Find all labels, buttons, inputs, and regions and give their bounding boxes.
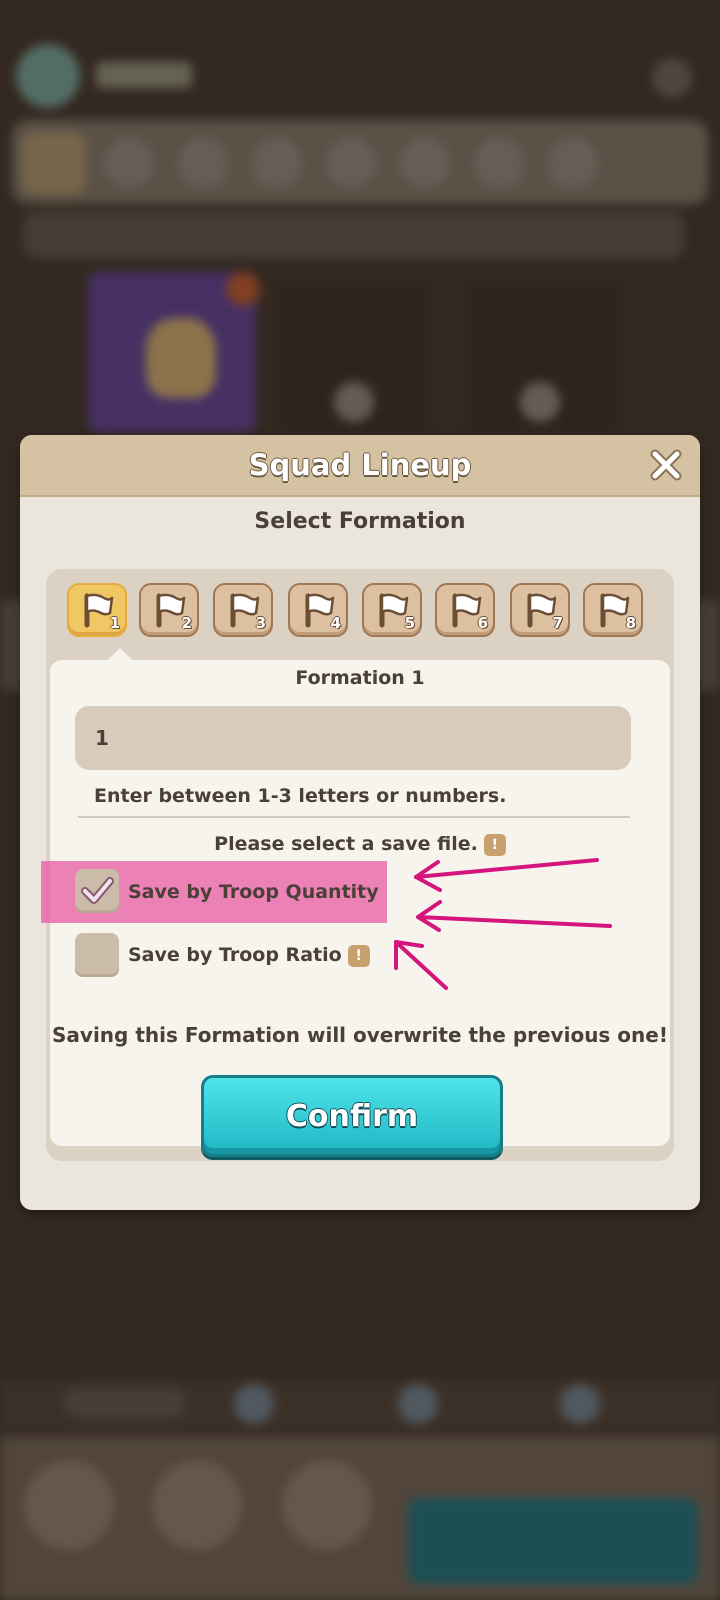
troop-quantity-checkbox[interactable]	[75, 869, 119, 913]
formation-tab-5[interactable]: 5	[362, 583, 422, 637]
formation-tab-number: 3	[255, 614, 266, 632]
formation-tab-number: 5	[404, 614, 415, 632]
overwrite-warning: Saving this Formation will overwrite the…	[52, 1023, 668, 1047]
formation-tab-2[interactable]: 2	[139, 583, 199, 637]
troop-quantity-label[interactable]: Save by Troop Quantity	[128, 881, 379, 903]
select-formation-heading: Select Formation	[254, 509, 466, 534]
name-input-hint: Enter between 1-3 letters or numbers.	[94, 785, 507, 807]
formation-tab-1[interactable]: 1	[67, 583, 127, 637]
save-file-label: Please select a save file.	[214, 833, 478, 855]
dialog-title: Squad Lineup	[248, 448, 472, 482]
formation-tab-7[interactable]: 7	[510, 583, 570, 637]
close-icon	[650, 449, 682, 481]
info-icon[interactable]: !	[347, 944, 370, 967]
troop-ratio-label: Save by Troop Ratio	[128, 944, 342, 966]
formation-tab-number: 2	[181, 614, 192, 632]
checkmark-icon	[81, 877, 114, 904]
confirm-button[interactable]: Confirm	[201, 1075, 503, 1157]
formation-tab-number: 4	[330, 614, 341, 632]
tab-pointer	[108, 648, 132, 660]
formation-tab-3[interactable]: 3	[213, 583, 273, 637]
formation-tab-8[interactable]: 8	[583, 583, 643, 637]
divider	[78, 816, 630, 818]
troop-ratio-option[interactable]: Save by Troop Ratio!	[128, 944, 370, 967]
formation-tab-4[interactable]: 4	[288, 583, 348, 637]
formation-tab-6[interactable]: 6	[435, 583, 495, 637]
formation-tab-number: 8	[625, 614, 636, 632]
formation-tab-number: 7	[552, 614, 563, 632]
squad-lineup-dialog: Squad Lineup Select Formation 1 2 3 4 5 …	[20, 435, 700, 1210]
formation-tab-number: 6	[477, 614, 488, 632]
formation-name-input[interactable]: 1	[75, 706, 631, 770]
confirm-label: Confirm	[285, 1098, 419, 1134]
info-icon[interactable]: !	[483, 833, 506, 856]
formation-tab-number: 1	[109, 614, 120, 632]
close-button[interactable]	[646, 445, 686, 485]
save-file-prompt: Please select a save file.!	[20, 833, 700, 856]
troop-ratio-checkbox[interactable]	[75, 933, 119, 977]
formation-name: Formation 1	[295, 667, 425, 689]
